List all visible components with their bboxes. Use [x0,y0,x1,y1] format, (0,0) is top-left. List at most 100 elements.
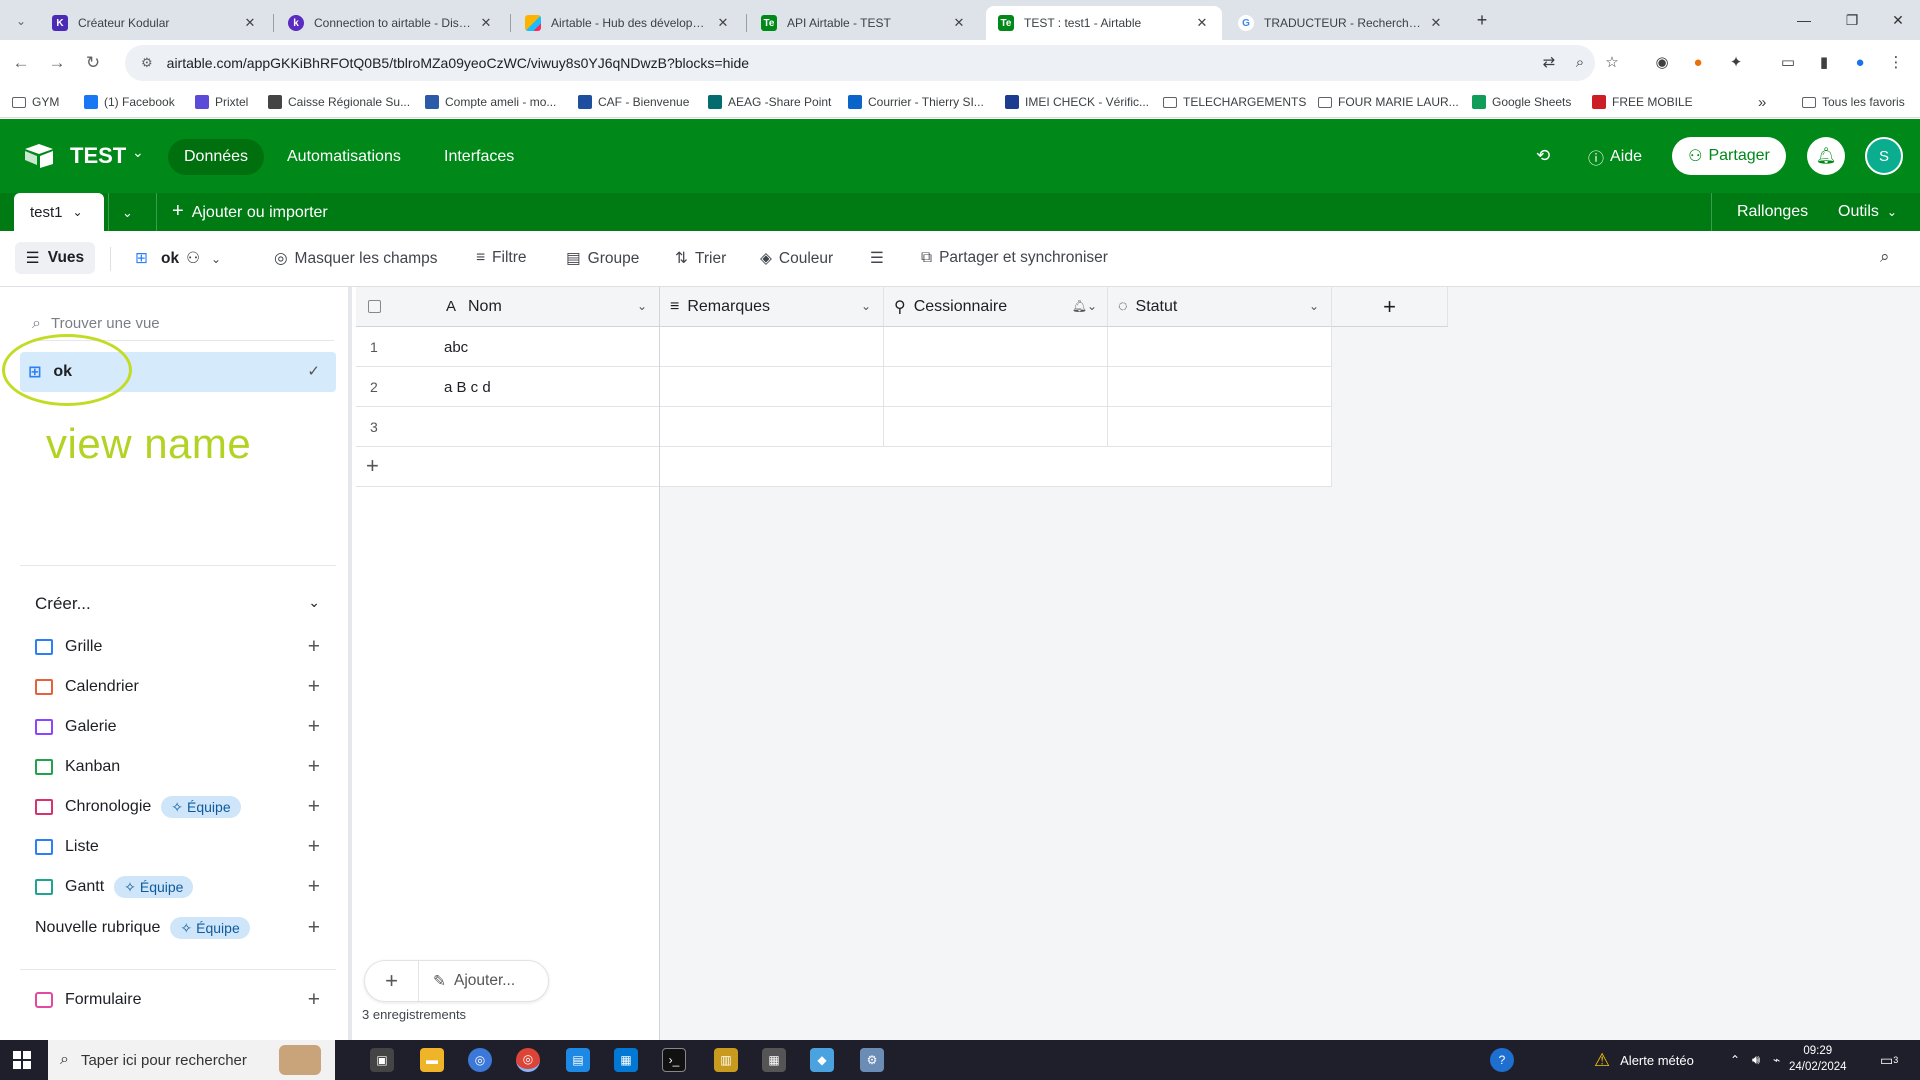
primary-cell[interactable]: 3 [356,407,660,447]
bookmark-item[interactable]: Compte ameli - mo... [425,93,556,111]
app-icon[interactable]: ◆ [810,1048,834,1072]
app-icon[interactable]: ▤ [566,1048,590,1072]
tab-search-icon[interactable]: ⌄ [8,8,34,34]
table-row[interactable]: 1 abc [356,327,1332,367]
terminal-icon[interactable]: ›_ [662,1048,686,1072]
table-cell[interactable] [660,407,884,447]
add-import-button[interactable]: + Ajouter ou importer [172,200,328,223]
bookmark-item[interactable]: (1) Facebook [84,93,175,111]
bookmark-item[interactable]: IMEI CHECK - Vérific... [1005,93,1149,111]
chrome-icon[interactable]: ◎ [468,1048,492,1072]
close-tab-icon[interactable]: ✕ [478,15,494,31]
browser-tab-discuss[interactable]: k Connection to airtable - Discuss ✕ [276,6,506,40]
bookmark-item[interactable]: FOUR MARIE LAUR... [1318,93,1459,111]
plus-icon[interactable]: + [308,675,320,699]
reload-icon[interactable]: ↻ [80,50,106,76]
chevron-down-icon[interactable]: ⌄ [1309,299,1319,313]
sort-button[interactable]: ⇅ Trier [675,249,726,268]
chrome-active-icon[interactable]: ◎ [516,1048,540,1072]
extensions-button[interactable]: Rallonges [1737,203,1808,221]
primary-column-header[interactable]: A Nom ⌄ [356,287,660,327]
views-toggle-button[interactable]: ☰ Vues [15,242,95,274]
create-view-item[interactable]: Chronologie ✧ Équipe + [35,792,320,822]
taskbar-search[interactable]: ⌕ Taper ici pour rechercher [48,1040,335,1080]
network-icon[interactable]: ⌁ [1773,1040,1780,1080]
side-panel-icon[interactable]: ▮ [1812,50,1836,74]
plus-icon[interactable]: + [308,635,320,659]
create-view-item[interactable]: Galerie + [35,712,320,742]
tools-button[interactable]: Outils ⌄ [1838,203,1897,221]
base-name[interactable]: TEST [70,143,126,169]
plus-icon[interactable]: + [308,795,320,819]
windows-start-icon[interactable] [13,1051,31,1069]
column-header-cessionnaire[interactable]: ⚲ Cessionnaire 🔔︎⌄ [884,287,1108,327]
extension-icon[interactable]: ◉ [1650,50,1674,74]
chevron-down-icon[interactable]: ⌄ [132,144,144,161]
notification-center-icon[interactable]: ▭ 3 [1880,1040,1898,1080]
chevron-down-icon[interactable]: ⌄ [637,299,647,313]
select-all-checkbox[interactable] [368,300,381,313]
browser-tab-google[interactable]: G TRADUCTEUR - Recherche Google ✕ [1226,6,1456,40]
column-header-remarques[interactable]: ≡ Remarques ⌄ [660,287,884,327]
nav-interfaces[interactable]: Interfaces [428,139,530,175]
store-icon[interactable]: ▦ [614,1048,638,1072]
create-form-view[interactable]: Formulaire + [35,985,320,1015]
chevron-down-icon[interactable]: ⌄ [73,205,83,219]
table-tab-test1[interactable]: test1 ⌄ [14,193,104,231]
share-button[interactable]: ⚇ Partager [1672,137,1786,175]
new-tab-icon[interactable]: + [1462,8,1502,32]
table-row[interactable]: 3 [356,407,1332,447]
history-icon[interactable]: ⟲ [1536,146,1550,166]
plus-icon[interactable]: + [308,988,320,1012]
hide-fields-button[interactable]: ◎ Masquer les champs [274,249,438,268]
plus-icon[interactable]: + [308,835,320,859]
plus-icon[interactable]: + [308,916,320,940]
all-tables-chevron-icon[interactable]: ⌄ [122,205,133,221]
browser-tab-kodular[interactable]: K Créateur Kodular ✕ [40,6,270,40]
bookmark-item[interactable]: GYM [12,93,59,111]
weather-alert[interactable]: ⚠ Alerte météo [1594,1040,1694,1080]
tray-chevron-up-icon[interactable]: ⌃ [1730,1040,1740,1080]
search-icon[interactable]: ⌕ [1880,247,1890,267]
restore-icon[interactable]: ❐ [1832,8,1872,32]
bookmark-star-icon[interactable]: ☆ [1600,50,1624,74]
close-tab-icon[interactable]: ✕ [951,15,967,31]
table-cell[interactable] [884,367,1108,407]
create-view-item[interactable]: Kanban + [35,752,320,782]
notify-bell-chevron-icon[interactable]: 🔔︎⌄ [1072,299,1097,313]
row-height-icon[interactable]: ☰ [870,249,884,268]
extensions-puzzle-icon[interactable]: ✦ [1724,50,1748,74]
file-explorer-icon[interactable]: ▬ [420,1048,444,1072]
forward-icon[interactable]: → [44,50,70,76]
all-bookmarks-folder[interactable]: Tous les favoris [1802,93,1905,111]
minimize-icon[interactable]: — [1784,8,1824,32]
plus-icon[interactable]: + [308,715,320,739]
airtable-logo-icon[interactable] [24,143,54,169]
create-section-header[interactable]: Créer... ⌄ [35,594,320,614]
close-tab-icon[interactable]: ✕ [242,15,258,31]
app-icon[interactable]: ⚙ [860,1048,884,1072]
app-icon[interactable]: ▥ [714,1048,738,1072]
browser-tab-test1-active[interactable]: Te TEST : test1 - Airtable ✕ [986,6,1222,40]
close-tab-icon[interactable]: ✕ [715,15,731,31]
notifications-bell-icon[interactable]: 🔔︎ [1807,137,1845,175]
calculator-icon[interactable]: ▦ [762,1048,786,1072]
bookmark-item[interactable]: TELECHARGEMENTS [1163,93,1306,111]
zoom-icon[interactable]: ⌕ [1568,50,1592,74]
table-cell[interactable] [884,407,1108,447]
table-cell[interactable] [1108,327,1332,367]
close-tab-icon[interactable]: ✕ [1428,15,1444,31]
bookmark-item[interactable]: FREE MOBILE [1592,93,1693,111]
address-bar[interactable]: ⚙ airtable.com/appGKKiBhRFOtQ0B5/tblroMZ… [125,45,1595,81]
volume-icon[interactable]: 🔊︎ [1752,1040,1760,1080]
profile-icon[interactable]: ● [1848,50,1872,74]
plus-icon[interactable]: + [308,755,320,779]
help-icon[interactable]: ? [1490,1048,1514,1072]
add-record-row[interactable]: + [356,447,1332,487]
column-header-statut[interactable]: ◌ Statut ⌄ [1108,287,1332,327]
chevron-down-icon[interactable]: ⌄ [861,299,871,313]
task-view-icon[interactable]: ▣ [370,1048,394,1072]
primary-cell[interactable]: 2 a B c d [356,367,660,407]
site-info-icon[interactable]: ⚙ [141,55,153,71]
nav-donnees[interactable]: Données [168,139,265,175]
